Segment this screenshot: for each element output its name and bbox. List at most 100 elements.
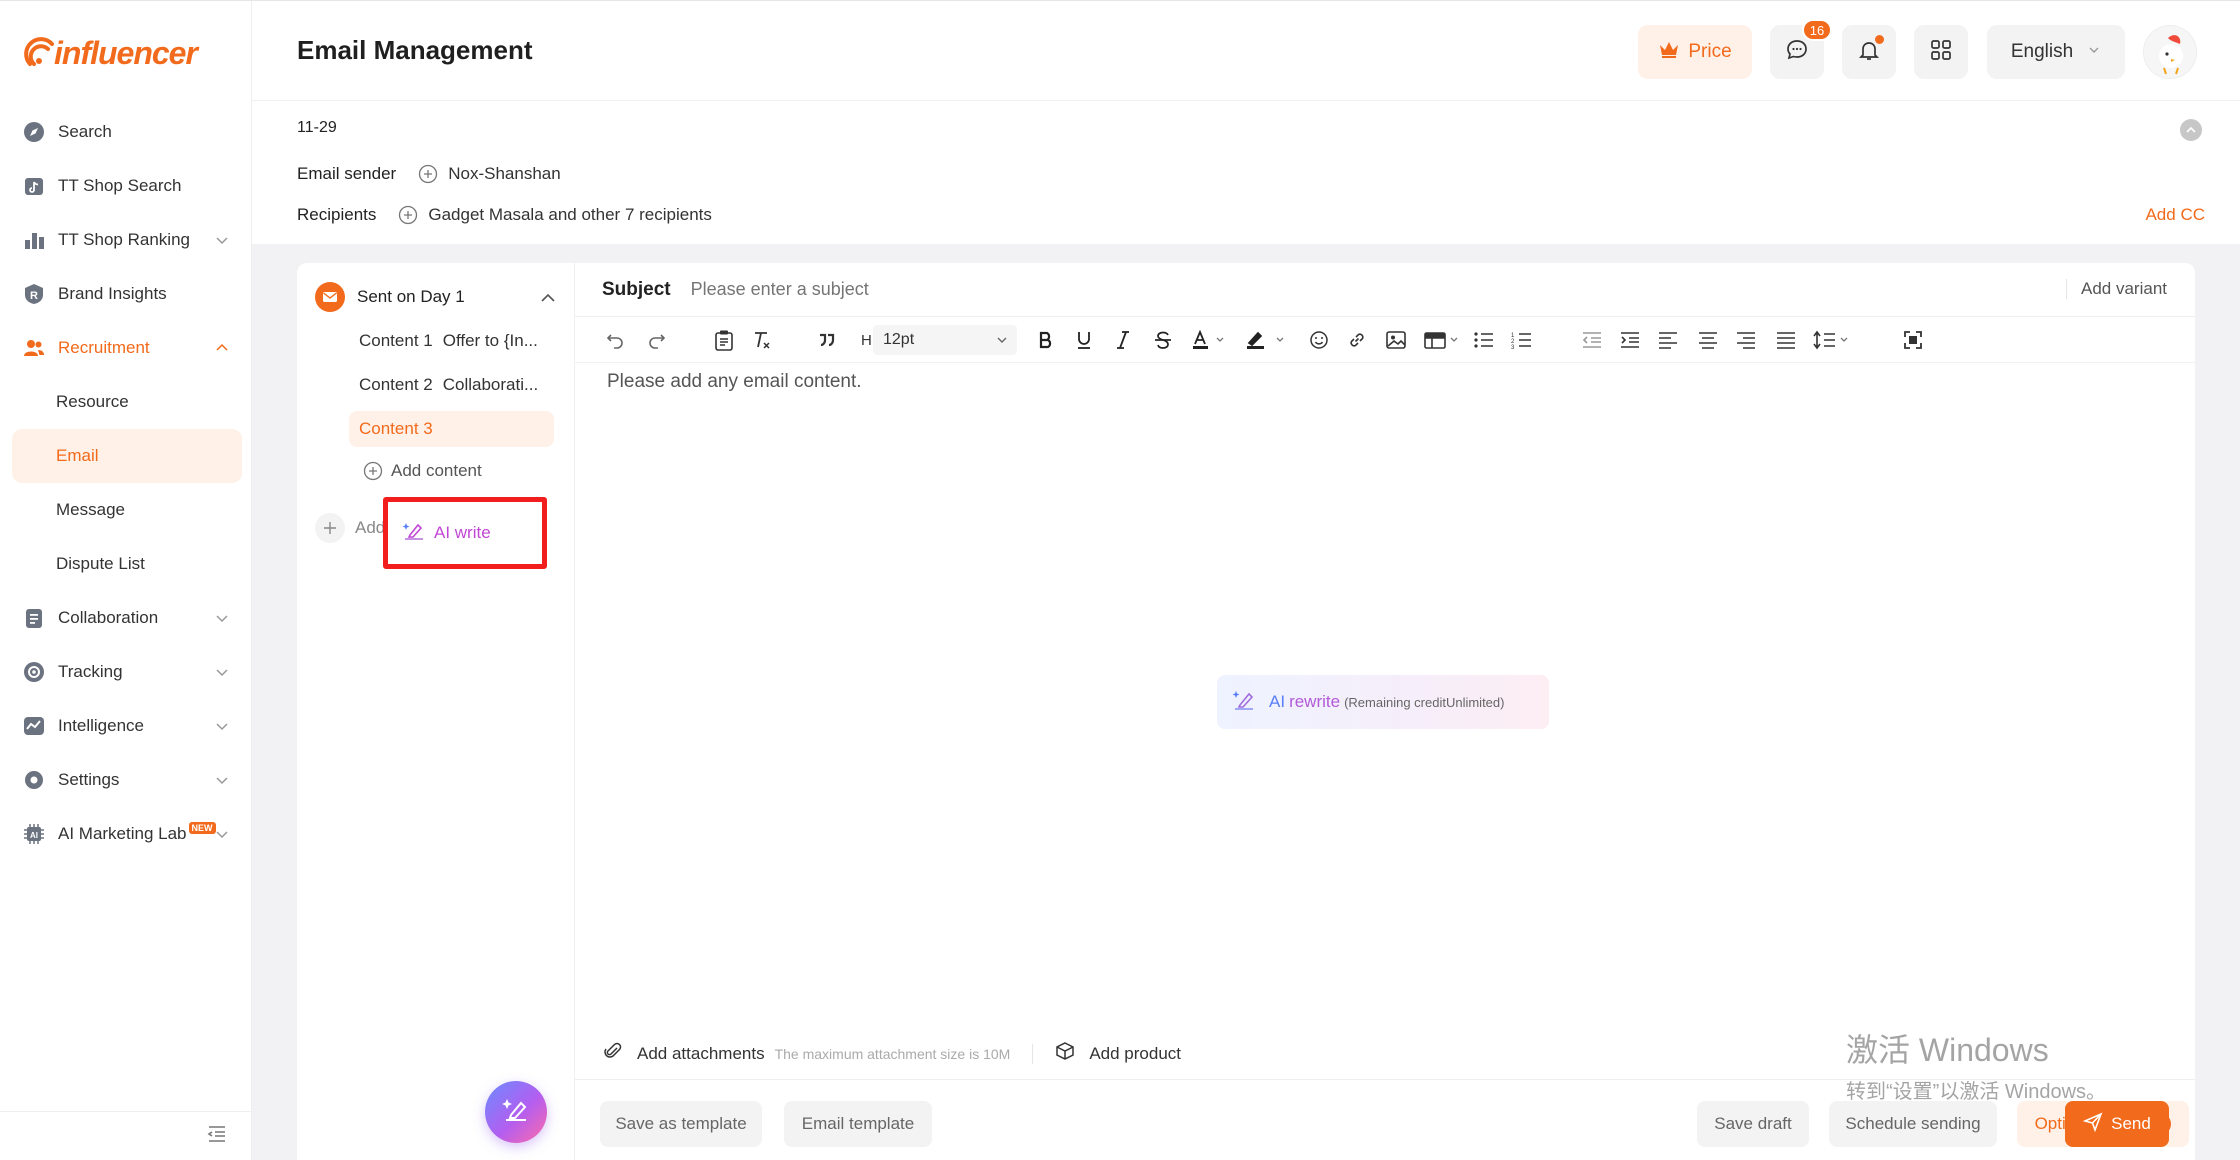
apps-button[interactable] xyxy=(1914,25,1968,79)
chevron-down-icon xyxy=(2087,41,2101,63)
collapse-up-icon[interactable] xyxy=(2180,119,2202,141)
chat-icon xyxy=(1785,38,1809,67)
add-step-button[interactable]: Add xyxy=(315,513,385,543)
bullet-list-icon[interactable] xyxy=(1473,325,1495,355)
add-variant-button[interactable]: Add variant xyxy=(2066,279,2167,299)
save-as-template-button[interactable]: Save as template xyxy=(600,1101,762,1147)
clear-format-icon[interactable] xyxy=(751,325,773,355)
sidebar-item-settings[interactable]: Settings xyxy=(12,753,242,807)
sidebar-item-recruitment[interactable]: Recruitment xyxy=(12,321,242,375)
sidebar-item-dispute-list[interactable]: Dispute List xyxy=(12,537,242,591)
highlight-color-icon[interactable] xyxy=(1245,325,1289,355)
chevron-down-icon xyxy=(214,664,230,680)
ai-rewrite-button[interactable]: AI rewrite (Remaining creditUnlimited) xyxy=(1217,675,1549,729)
plus-circle-icon xyxy=(363,461,383,481)
sidebar-item-collaboration[interactable]: Collaboration xyxy=(12,591,242,645)
message-count-badge: 16 xyxy=(1802,19,1832,41)
add-cc-link[interactable]: Add CC xyxy=(2145,205,2205,225)
subject-label: Subject xyxy=(602,278,671,300)
svg-text:3: 3 xyxy=(1511,345,1515,350)
text-color-icon[interactable] xyxy=(1191,325,1227,355)
add-recipient-icon[interactable] xyxy=(398,205,418,225)
logo-text: influencer xyxy=(54,34,198,71)
italic-icon[interactable] xyxy=(1115,325,1131,355)
intelligence-icon xyxy=(22,714,46,738)
font-size-select[interactable]: 12pt xyxy=(873,325,1017,355)
line-height-icon[interactable] xyxy=(1813,325,1855,355)
sidebar-item-email[interactable]: Email xyxy=(12,429,242,483)
chevron-down-icon xyxy=(214,232,230,248)
subject-input[interactable] xyxy=(690,279,1891,300)
svg-text:R: R xyxy=(30,290,38,302)
sidebar-nav: Search TT Shop Search TT Shop Ranking R xyxy=(12,105,242,861)
ai-write-button[interactable]: AI write xyxy=(402,520,491,547)
content-item-2[interactable]: Content 2 Collaborati... xyxy=(349,367,554,403)
sidebar-item-tt-shop-ranking[interactable]: TT Shop Ranking xyxy=(12,213,242,267)
sender-label: Email sender xyxy=(297,164,397,183)
add-product-button[interactable]: Add product xyxy=(1089,1044,1181,1064)
image-icon[interactable] xyxy=(1385,325,1407,355)
email-body[interactable]: Please add any email content. xyxy=(607,371,862,393)
send-icon xyxy=(2082,1112,2103,1137)
windows-activation-watermark: 激活 Windows 转到“设置”以激活 Windows。 xyxy=(1846,1032,2107,1103)
sender-value[interactable]: Nox-Shanshan xyxy=(448,164,560,184)
outdent-icon[interactable] xyxy=(1581,325,1603,355)
add-sender-icon[interactable] xyxy=(418,164,438,184)
sidebar-divider xyxy=(0,1111,252,1112)
recipients-value[interactable]: Gadget Masala and other 7 recipients xyxy=(428,205,712,225)
sidebar-item-brand-insights[interactable]: R Brand Insights xyxy=(12,267,242,321)
chevron-down-icon xyxy=(214,826,230,842)
email-template-button[interactable]: Email template xyxy=(784,1101,932,1147)
send-button[interactable]: Send xyxy=(2065,1101,2169,1147)
strikethrough-icon[interactable] xyxy=(1153,325,1173,355)
chevron-up-icon[interactable] xyxy=(539,289,557,312)
ai-assistant-fab[interactable] xyxy=(485,1081,547,1143)
undo-icon[interactable] xyxy=(605,325,625,355)
tiktok-icon xyxy=(22,174,46,198)
chevron-down-icon xyxy=(214,772,230,788)
indent-icon[interactable] xyxy=(1619,325,1641,355)
ai-write-highlight: AI write xyxy=(383,497,547,569)
content-item-1[interactable]: Content 1 Offer to {In... xyxy=(349,323,554,359)
underline-icon[interactable] xyxy=(1075,325,1093,355)
schedule-sending-button[interactable]: Schedule sending xyxy=(1829,1101,1997,1147)
grid-icon xyxy=(1930,39,1952,66)
sidebar-item-search[interactable]: Search xyxy=(12,105,242,159)
bold-icon[interactable] xyxy=(1037,325,1055,355)
emoji-icon[interactable] xyxy=(1309,325,1329,355)
ai-pen-icon xyxy=(402,520,426,547)
sidebar-item-resource[interactable]: Resource xyxy=(12,375,242,429)
collapse-sidebar-icon[interactable] xyxy=(206,1123,228,1145)
fullscreen-icon[interactable] xyxy=(1903,325,1923,355)
language-select[interactable]: English xyxy=(1987,25,2125,79)
align-justify-icon[interactable] xyxy=(1775,325,1797,355)
numbered-list-icon[interactable]: 123 xyxy=(1511,325,1533,355)
price-button[interactable]: Price xyxy=(1638,25,1752,79)
sidebar-item-tt-shop-search[interactable]: TT Shop Search xyxy=(12,159,242,213)
logo[interactable]: influencer xyxy=(22,33,198,73)
chevron-down-icon xyxy=(214,718,230,734)
avatar[interactable] xyxy=(2143,25,2197,79)
step-day-1[interactable]: Sent on Day 1 xyxy=(315,281,565,313)
redo-icon[interactable] xyxy=(647,325,667,355)
paste-icon[interactable] xyxy=(713,325,735,355)
link-icon[interactable] xyxy=(1347,325,1367,355)
add-attachments-button[interactable]: Add attachments xyxy=(637,1044,765,1064)
save-draft-button[interactable]: Save draft xyxy=(1697,1101,1809,1147)
add-content-button[interactable]: Add content xyxy=(363,461,482,481)
notifications-button[interactable] xyxy=(1842,25,1896,79)
align-left-icon[interactable] xyxy=(1657,325,1679,355)
sidebar-item-message[interactable]: Message xyxy=(12,483,242,537)
content-item-3[interactable]: Content 3 xyxy=(349,411,554,447)
sidebar-item-ai-marketing-lab[interactable]: AI AI Marketing Lab NEW xyxy=(12,807,242,861)
logo-icon xyxy=(22,34,60,72)
email-info: 11-29 Email sender Nox-Shanshan Recipien… xyxy=(252,101,2240,244)
table-icon[interactable] xyxy=(1423,325,1465,355)
sidebar-item-tracking[interactable]: Tracking xyxy=(12,645,242,699)
sidebar-item-intelligence[interactable]: Intelligence xyxy=(12,699,242,753)
messages-button[interactable]: 16 xyxy=(1770,19,1832,79)
align-right-icon[interactable] xyxy=(1735,325,1757,355)
quote-icon[interactable] xyxy=(817,325,837,355)
align-center-icon[interactable] xyxy=(1697,325,1719,355)
page-title: Email Management xyxy=(297,35,533,65)
